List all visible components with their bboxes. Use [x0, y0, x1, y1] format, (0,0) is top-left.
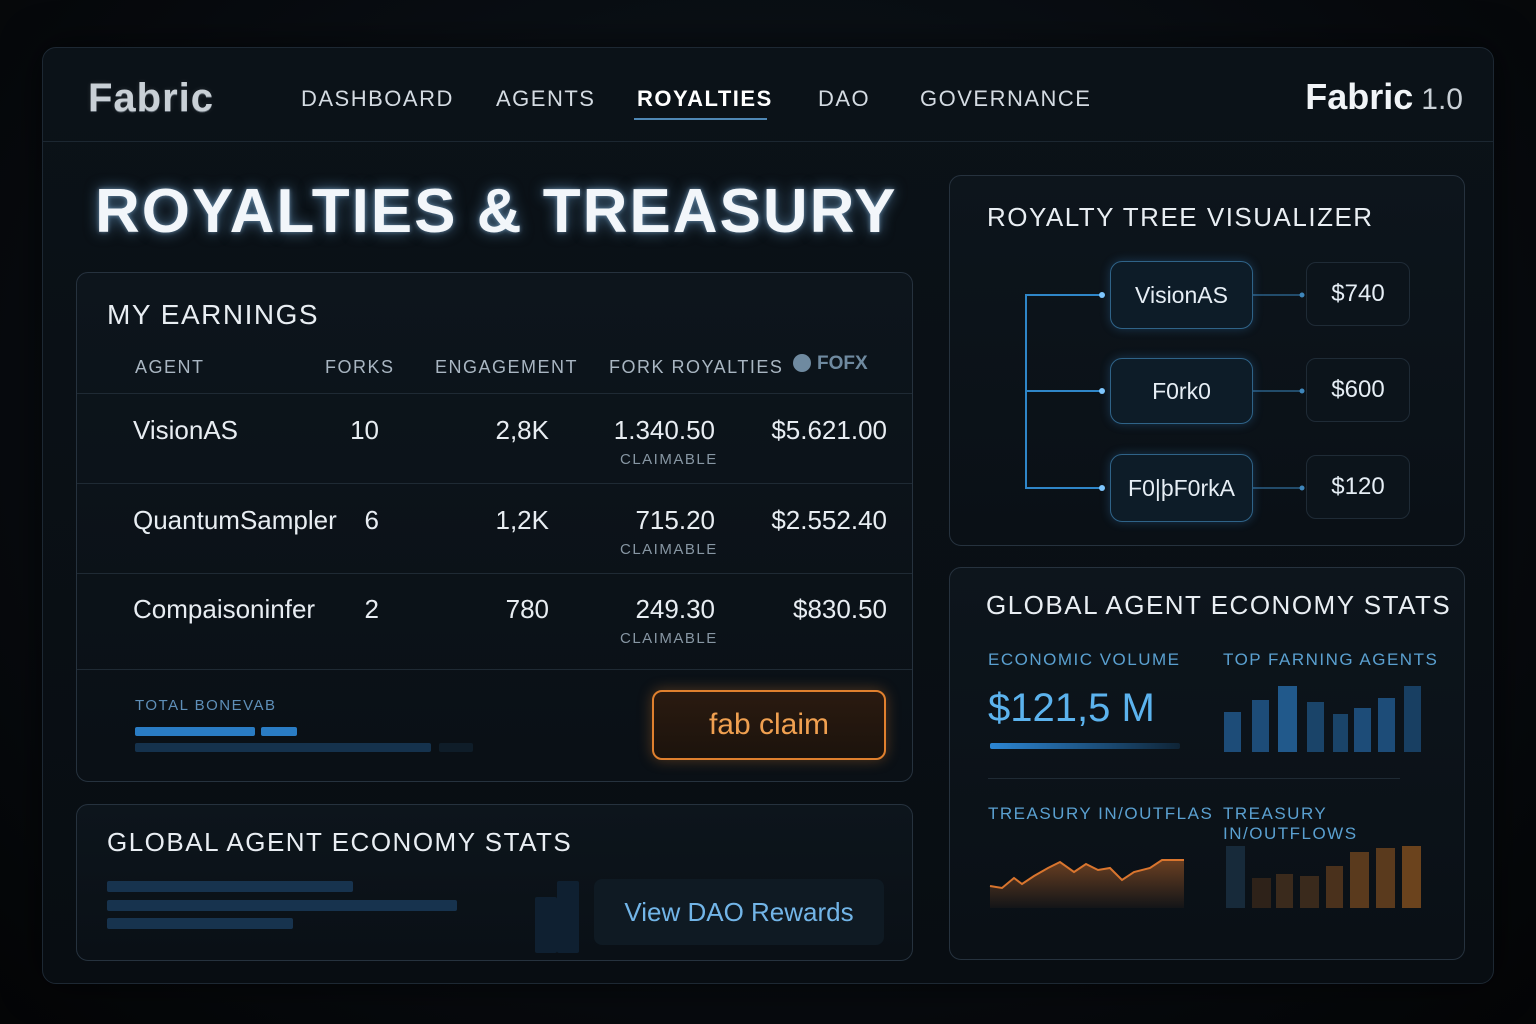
total-value: $830.50 — [793, 594, 887, 624]
total-label: TOTAL BONEVAB — [135, 697, 277, 714]
treasury-bar-chart — [1226, 846, 1421, 908]
nav-dao[interactable]: DAO — [818, 86, 870, 112]
view-dao-rewards-button[interactable]: View DAO Rewards — [594, 879, 884, 945]
node-amount: $120 — [1306, 455, 1410, 519]
claimable-badge: CLAIMABLE — [620, 630, 718, 647]
total-bar-faint — [439, 743, 473, 752]
economy-title: GLOBAL AGENT ECONOMY STATS — [986, 590, 1452, 620]
col-fofx: FOFX — [793, 353, 868, 375]
global-stats-panel: GLOBAL AGENT ECONOMY STATS View DAO Rewa… — [76, 804, 913, 961]
active-tab-indicator — [634, 118, 767, 120]
fabric-logo[interactable]: Fabric — [88, 76, 214, 121]
top-navbar: Fabric DASHBOARD AGENTS ROYALTIES DAO GO… — [43, 48, 1493, 142]
nav-agents[interactable]: AGENTS — [496, 86, 595, 112]
top-earning-agents-label: TOP FARNING AGENTS — [1223, 650, 1439, 669]
stat-column — [535, 897, 557, 953]
node-amount: $740 — [1306, 262, 1410, 326]
agent-name: QuantumSampler — [133, 505, 337, 535]
engagement-value: 2,8K — [495, 415, 550, 445]
row-divider — [77, 669, 912, 670]
my-earnings-panel: MY EARNINGS AGENT FORKS ENGAGEMENT FORK … — [76, 272, 913, 782]
row-divider — [77, 573, 912, 574]
stat-column — [557, 881, 579, 953]
stat-bar — [107, 881, 353, 892]
section-divider — [988, 778, 1400, 779]
treasury-flow-label-1: TREASURY IN/OUTFLAS — [988, 804, 1214, 823]
brand-version: Fabric 1.0 — [1305, 76, 1463, 118]
total-value: $5.621.00 — [771, 415, 887, 445]
tree-node[interactable]: F0rk0 — [1110, 358, 1253, 424]
agent-name: VisionAS — [133, 415, 239, 445]
app-window: Fabric DASHBOARD AGENTS ROYALTIES DAO GO… — [42, 47, 1494, 984]
node-amount: $600 — [1306, 358, 1410, 422]
col-fork-royalties: FORK ROYALTIES — [609, 357, 784, 377]
economy-stats-panel: GLOBAL AGENT ECONOMY STATS ECONOMIC VOLU… — [949, 567, 1465, 960]
nav-governance[interactable]: GOVERNANCE — [920, 86, 1091, 112]
fab-claim-button[interactable]: fab claim — [652, 690, 886, 760]
row-divider — [77, 393, 912, 394]
nav-dashboard[interactable]: DASHBOARD — [301, 86, 454, 112]
royalties-value: 715.20 — [635, 505, 715, 535]
brand-name: Fabric — [1305, 76, 1414, 117]
tree-node[interactable]: VisionAS — [1110, 261, 1253, 329]
fofx-label: FOFX — [817, 353, 868, 374]
royalties-value: 249.30 — [635, 594, 715, 624]
col-agent: AGENT — [135, 357, 205, 377]
nav-royalties[interactable]: ROYALTIES — [637, 86, 773, 112]
engagement-value: 780 — [505, 594, 549, 624]
forks-count: 10 — [350, 415, 379, 445]
stat-bar — [107, 918, 293, 929]
earnings-title: MY EARNINGS — [107, 299, 320, 330]
stat-bar — [107, 900, 457, 911]
total-bar-track — [135, 743, 431, 752]
total-value: $2.552.40 — [771, 505, 887, 535]
version-label: 1.0 — [1421, 83, 1463, 116]
forks-count: 6 — [364, 505, 379, 535]
token-icon — [793, 354, 811, 372]
global-stats-title: GLOBAL AGENT ECONOMY STATS — [107, 827, 573, 857]
volume-bar — [990, 743, 1180, 749]
total-bar-secondary — [261, 727, 297, 736]
row-divider — [77, 483, 912, 484]
page-title: ROYALTIES & TREASURY — [95, 177, 898, 246]
tree-node[interactable]: F0|þF0rkA — [1110, 454, 1253, 522]
col-forks: FORKS — [325, 357, 395, 377]
total-bar-primary — [135, 727, 255, 736]
royalties-value: 1.340.50 — [613, 415, 715, 445]
agent-name: Compaisoninfer — [133, 594, 316, 624]
royalty-tree-panel: ROYALTY TREE VISUALIZER VisionAS F0rk0 F… — [949, 175, 1465, 546]
claimable-badge: CLAIMABLE — [620, 541, 718, 558]
economic-volume-label: ECONOMIC VOLUME — [988, 650, 1181, 669]
col-engagement: ENGAGEMENT — [435, 357, 579, 377]
engagement-value: 1,2K — [495, 505, 550, 535]
top-agents-bar-chart — [1224, 686, 1421, 752]
forks-count: 2 — [364, 594, 379, 624]
economic-volume-value: $121,5 M — [988, 686, 1155, 730]
treasury-area-chart — [989, 859, 1184, 908]
claimable-badge: CLAIMABLE — [620, 451, 718, 468]
